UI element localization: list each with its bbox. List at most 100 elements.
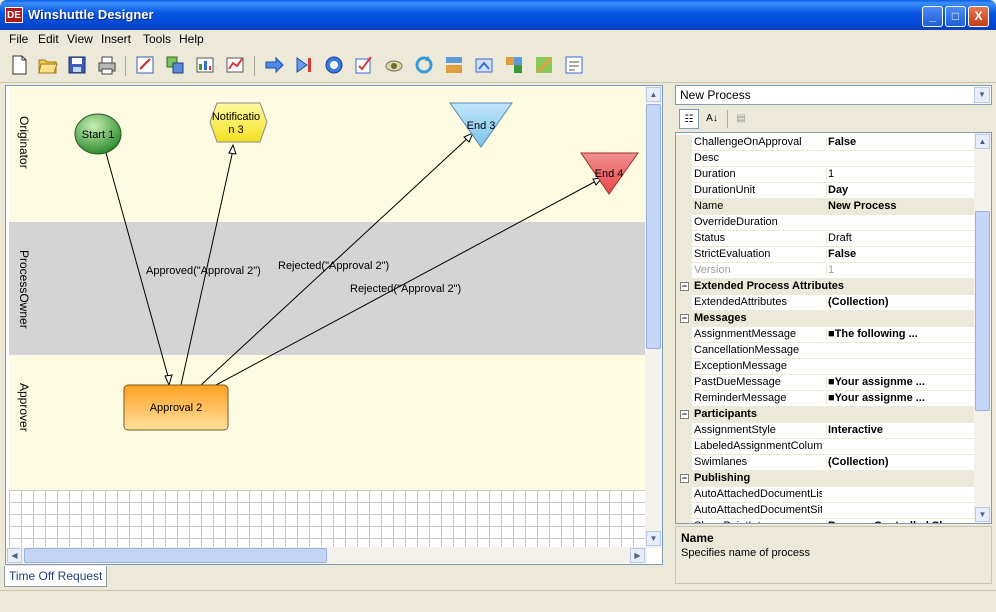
scroll-down-icon[interactable]: ▼: [646, 531, 661, 546]
edge-label-rejected-end3[interactable]: Rejected("Approval 2"): [278, 260, 389, 272]
property-row[interactable]: ExtendedAttributes (Collection): [676, 295, 974, 311]
close-button[interactable]: X: [968, 6, 989, 27]
categorized-icon[interactable]: ☷: [679, 109, 699, 129]
property-row[interactable]: DurationUnit Day: [676, 183, 974, 199]
edge-label-rejected-end4[interactable]: Rejected("Approval 2"): [350, 283, 461, 295]
scroll-up-icon[interactable]: ▲: [646, 87, 661, 102]
property-value[interactable]: False: [826, 136, 974, 148]
property-row[interactable]: PastDueMessage ■Your assignme ...: [676, 375, 974, 391]
property-value[interactable]: ■Your assignme ...: [826, 392, 974, 404]
property-row[interactable]: ChallengeOnApproval False: [676, 135, 974, 151]
property-row[interactable]: OverrideDuration: [676, 215, 974, 231]
menu-edit[interactable]: Edit: [38, 32, 59, 46]
edit-icon[interactable]: [533, 54, 555, 76]
scroll-thumb-horizontal[interactable]: [24, 548, 327, 563]
eye-icon[interactable]: [383, 54, 405, 76]
collapse-icon[interactable]: −: [680, 410, 689, 419]
sort-alpha-icon[interactable]: A↓: [702, 109, 722, 129]
canvas-vertical-scrollbar[interactable]: ▲ ▼: [645, 86, 662, 548]
collapse-icon[interactable]: −: [680, 314, 689, 323]
export-icon[interactable]: [443, 54, 465, 76]
diagram-canvas[interactable]: Originator ProcessOwner Approver Approve…: [5, 85, 663, 565]
property-row[interactable]: ExceptionMessage: [676, 359, 974, 375]
property-value[interactable]: (Collection): [826, 456, 974, 468]
scroll-left-icon[interactable]: ◀: [7, 548, 22, 563]
property-row[interactable]: Swimlanes (Collection): [676, 455, 974, 471]
refresh-icon[interactable]: [413, 54, 435, 76]
menu-view[interactable]: View: [67, 32, 93, 46]
new-icon[interactable]: [8, 54, 30, 76]
property-row[interactable]: StrictEvaluation False: [676, 247, 974, 263]
property-category[interactable]: − Participants: [676, 407, 974, 423]
property-value[interactable]: 1: [826, 264, 974, 276]
property-row[interactable]: Desc: [676, 151, 974, 167]
property-category[interactable]: − Messages: [676, 311, 974, 327]
maximize-button[interactable]: □: [945, 6, 966, 27]
property-row[interactable]: Name New Process: [676, 199, 974, 215]
property-row[interactable]: Status Draft: [676, 231, 974, 247]
property-value[interactable]: Draft: [826, 232, 974, 244]
property-value[interactable]: Interactive: [826, 424, 974, 436]
tab-time-off-request[interactable]: Time Off Request: [4, 566, 108, 587]
node-end4[interactable]: End 4: [580, 152, 639, 195]
property-value[interactable]: (Collection): [826, 296, 974, 308]
property-grid-scrollbar[interactable]: ▲ ▼: [974, 133, 991, 523]
node-notification[interactable]: Notificatio n 3: [209, 102, 268, 143]
add-form-icon[interactable]: [164, 54, 186, 76]
canvas-horizontal-scrollbar[interactable]: ◀ ▶: [6, 547, 647, 564]
gear-icon[interactable]: [503, 54, 525, 76]
connector-approval-end4[interactable]: [215, 177, 604, 386]
scroll-thumb-vertical[interactable]: [975, 211, 990, 411]
chevron-down-icon[interactable]: ▼: [974, 87, 990, 103]
property-row[interactable]: Duration 1: [676, 167, 974, 183]
property-pages-icon[interactable]: ▤: [731, 109, 751, 129]
edge-label-approved[interactable]: Approved("Approval 2"): [146, 265, 261, 277]
print-icon[interactable]: [96, 54, 118, 76]
property-category[interactable]: − Publishing: [676, 471, 974, 487]
step-end-icon[interactable]: [293, 54, 315, 76]
property-value[interactable]: ■Your assignme ...: [826, 376, 974, 388]
node-approval[interactable]: Approval 2: [123, 384, 229, 431]
scroll-right-icon[interactable]: ▶: [630, 548, 645, 563]
property-row[interactable]: Version 1: [676, 263, 974, 279]
import-icon[interactable]: [473, 54, 495, 76]
connector-approval-end3[interactable]: [200, 132, 474, 386]
menu-file[interactable]: File: [9, 32, 28, 46]
circle-icon[interactable]: [323, 54, 345, 76]
property-category[interactable]: − Extended Process Attributes: [676, 279, 974, 295]
open-icon[interactable]: [37, 54, 59, 76]
property-row[interactable]: AutoAttachedDocumentLis: [676, 487, 974, 503]
scroll-up-icon[interactable]: ▲: [975, 134, 990, 149]
node-end3[interactable]: End 3: [449, 102, 513, 148]
save-icon[interactable]: [66, 54, 88, 76]
minimize-button[interactable]: _: [922, 6, 943, 27]
collapse-icon[interactable]: −: [680, 282, 689, 291]
property-value[interactable]: New Process: [826, 200, 974, 212]
title-bar[interactable]: DE Winshuttle Designer _ □ X: [0, 0, 996, 30]
property-row[interactable]: LabeledAssignmentColumr: [676, 439, 974, 455]
property-row[interactable]: AssignmentMessage ■The following ...: [676, 327, 974, 343]
menu-help[interactable]: Help: [179, 32, 204, 46]
property-value[interactable]: False: [826, 248, 974, 260]
property-value[interactable]: Process Controlled Sl: [826, 520, 974, 523]
property-row[interactable]: AutoAttachedDocumentSit: [676, 503, 974, 519]
scroll-down-icon[interactable]: ▼: [975, 507, 990, 522]
property-row[interactable]: CancellationMessage: [676, 343, 974, 359]
property-row[interactable]: SharePointIntegr Process Controlled Sl: [676, 519, 974, 523]
node-start[interactable]: Start 1: [74, 113, 122, 155]
data-icon[interactable]: [194, 54, 216, 76]
form-icon[interactable]: [134, 54, 156, 76]
property-value[interactable]: 1: [826, 168, 974, 180]
property-row[interactable]: AssignmentStyle Interactive: [676, 423, 974, 439]
property-row[interactable]: ReminderMessage ■Your assignme ...: [676, 391, 974, 407]
property-value[interactable]: ■The following ...: [826, 328, 974, 340]
property-value[interactable]: Day: [826, 184, 974, 196]
collapse-icon[interactable]: −: [680, 474, 689, 483]
validate-icon[interactable]: [563, 54, 585, 76]
menu-tools[interactable]: Tools: [143, 32, 171, 46]
menu-insert[interactable]: Insert: [101, 32, 131, 46]
checklist-icon[interactable]: [353, 54, 375, 76]
object-selector[interactable]: New Process ▼: [675, 85, 992, 105]
scroll-thumb-vertical[interactable]: [646, 104, 661, 349]
chart-icon[interactable]: [224, 54, 246, 76]
